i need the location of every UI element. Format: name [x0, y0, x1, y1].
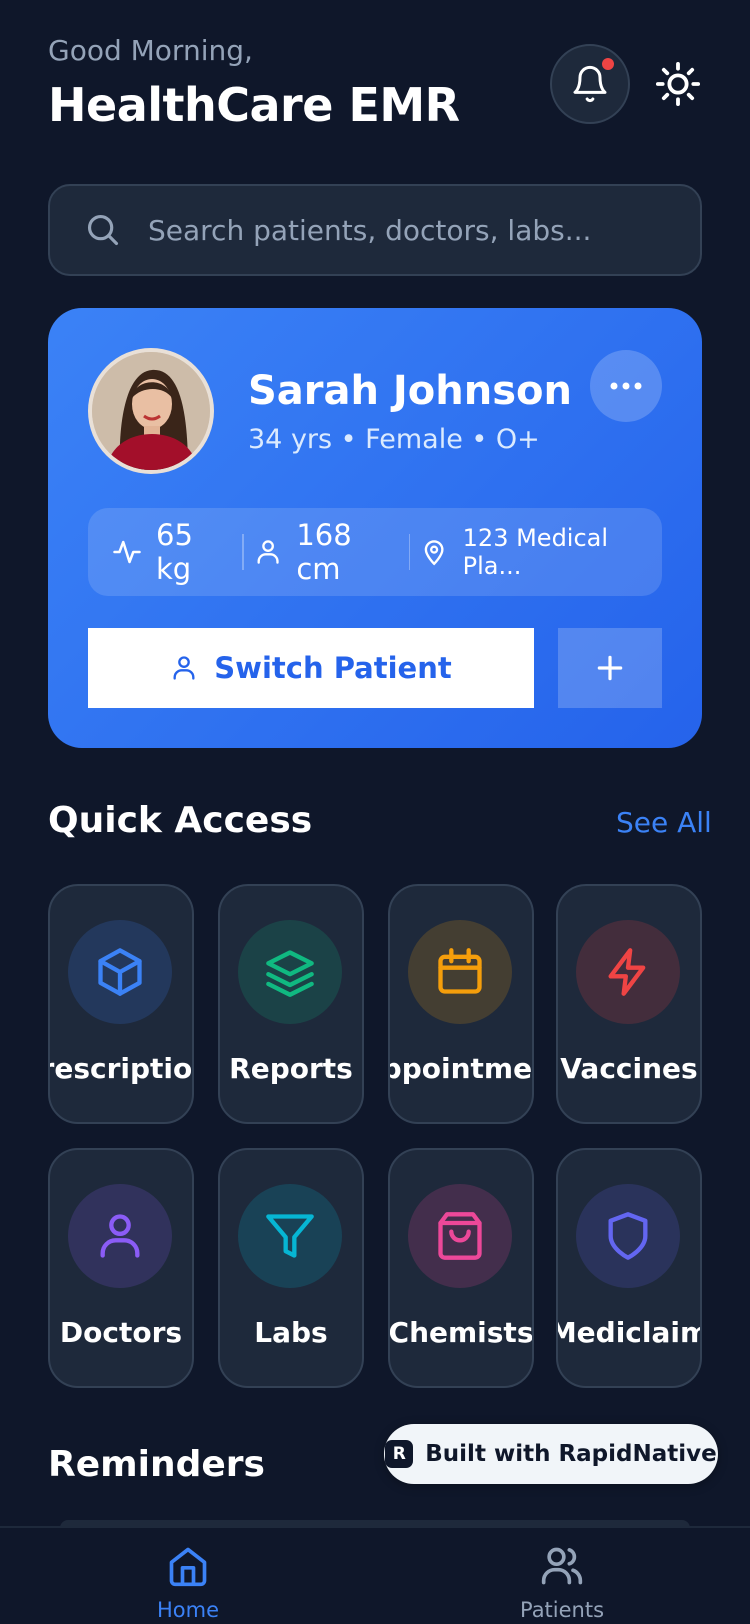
divider: [242, 534, 245, 570]
user-icon: [68, 1184, 172, 1288]
notification-dot: [602, 58, 614, 70]
more-options-button[interactable]: [590, 350, 662, 422]
tile-label: Chemists: [388, 1316, 534, 1349]
plus-icon: [597, 655, 623, 681]
quick-access-doctors[interactable]: Doctors: [48, 1148, 194, 1388]
rapidnative-logo-icon: R: [385, 1440, 414, 1468]
quick-access-reports[interactable]: Reports: [218, 884, 364, 1124]
search-input[interactable]: [148, 213, 668, 247]
tile-label: Doctors: [59, 1316, 183, 1349]
map-pin-icon: [425, 540, 444, 566]
theme-toggle-button[interactable]: [652, 58, 704, 110]
vitals-bar: 65 kg 168 cm 123 Medical Pla...: [88, 508, 662, 596]
tile-label: Reports: [229, 1052, 353, 1085]
tile-label: Appointments: [390, 1052, 533, 1085]
search-icon: [87, 214, 119, 246]
built-with-badge[interactable]: R Built with RapidNative: [384, 1424, 718, 1484]
quick-access-appointments[interactable]: Appointments: [388, 884, 534, 1124]
quick-access-chemists[interactable]: Chemists: [388, 1148, 534, 1388]
tab-home[interactable]: Home: [128, 1544, 248, 1622]
shield-icon: [576, 1184, 680, 1288]
person-icon: [257, 540, 279, 564]
app-title: HealthCare EMR: [48, 78, 460, 132]
height-vital: 168 cm: [254, 518, 398, 586]
weight-value: 65 kg: [156, 518, 193, 586]
users-icon: [541, 1547, 583, 1585]
bottom-tab-bar: Home Patients: [0, 1526, 750, 1624]
bell-icon: [573, 65, 607, 103]
built-with-label: Built with RapidNative: [425, 1441, 717, 1467]
home-icon: [169, 1547, 207, 1587]
sun-icon: [655, 61, 701, 107]
divider: [408, 534, 411, 570]
search-bar[interactable]: [48, 184, 702, 276]
tab-patients[interactable]: Patients: [502, 1544, 622, 1622]
address-vital: 123 Medical Pla...: [420, 524, 662, 580]
tile-label: Prescriptions: [50, 1052, 193, 1085]
lightning-icon: [576, 920, 680, 1024]
quick-access-vaccines[interactable]: Vaccines: [556, 884, 702, 1124]
reminders-title: Reminders: [48, 1444, 265, 1485]
more-dots-icon: [610, 382, 642, 390]
patient-name: Sarah Johnson: [248, 368, 573, 414]
box-icon: [68, 920, 172, 1024]
patient-card: Sarah Johnson 34 yrs • Female • O+ 65 kg…: [48, 308, 702, 748]
switch-patient-label: Switch Patient: [214, 651, 452, 685]
greeting-text: Good Morning,: [48, 34, 253, 67]
tab-label: Home: [156, 1598, 219, 1622]
tab-label: Patients: [519, 1598, 605, 1622]
tile-label: Mediclaim: [556, 1316, 702, 1349]
tile-label: Labs: [254, 1316, 328, 1349]
see-all-link[interactable]: See All: [616, 806, 712, 839]
patient-details: 34 yrs • Female • O+: [248, 424, 540, 455]
quick-access-mediclaim[interactable]: Mediclaim: [556, 1148, 702, 1388]
quick-access-title: Quick Access: [48, 800, 313, 841]
activity-icon: [113, 540, 141, 564]
filter-icon: [238, 1184, 342, 1288]
notifications-button[interactable]: [550, 44, 630, 124]
shopping-bag-icon: [408, 1184, 512, 1288]
user-icon: [173, 656, 195, 680]
avatar[interactable]: [88, 348, 214, 474]
quick-access-prescriptions[interactable]: Prescriptions: [48, 884, 194, 1124]
switch-patient-button[interactable]: Switch Patient: [88, 628, 534, 708]
weight-vital: 65 kg: [112, 518, 232, 586]
calendar-icon: [408, 920, 512, 1024]
height-value: 168 cm: [296, 518, 352, 586]
quick-access-labs[interactable]: Labs: [218, 1148, 364, 1388]
layers-icon: [238, 920, 342, 1024]
address-value: 123 Medical Pla...: [462, 524, 609, 580]
tile-label: Vaccines: [560, 1052, 698, 1085]
add-patient-button[interactable]: [558, 628, 662, 708]
